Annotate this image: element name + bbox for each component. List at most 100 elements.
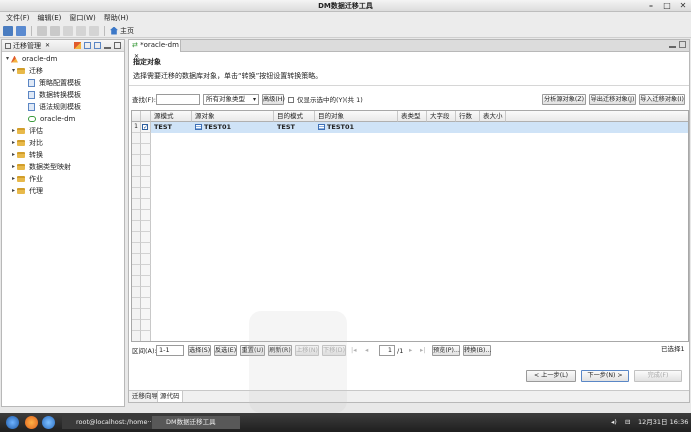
page-input[interactable]: 1 <box>379 345 395 356</box>
show-selected-checkbox[interactable] <box>288 97 294 103</box>
next-step-button[interactable]: 下一步(N) > <box>581 370 629 382</box>
undo-icon[interactable] <box>37 25 47 36</box>
tree-item[interactable]: ▸ 代理 <box>10 185 43 197</box>
row-checkbox[interactable] <box>141 133 151 144</box>
row-checkbox[interactable] <box>141 320 151 331</box>
row-checkbox[interactable] <box>141 287 151 298</box>
invert-select-button[interactable]: 反选(E) <box>214 345 237 356</box>
row-checkbox[interactable] <box>141 276 151 287</box>
row-checkbox[interactable] <box>141 210 151 221</box>
first-page-icon[interactable]: |◂ <box>351 345 356 356</box>
column-header[interactable]: 目的模式 <box>274 111 315 122</box>
save-all-icon[interactable] <box>16 25 26 36</box>
files-icon[interactable] <box>42 416 55 429</box>
tree-item[interactable]: 语法规则模板 <box>18 101 81 113</box>
chevron-right-icon[interactable]: ▸ <box>10 137 17 149</box>
chevron-down-icon[interactable]: ▾ <box>4 53 11 65</box>
browser-icon[interactable] <box>25 416 38 429</box>
row-checkbox[interactable] <box>141 221 151 232</box>
volume-icon[interactable]: ◂) <box>611 416 617 429</box>
menu-window[interactable]: 窗口(W) <box>65 12 99 24</box>
row-checkbox[interactable] <box>141 199 151 210</box>
tree-item[interactable]: ▾ oracle-dm <box>4 53 57 65</box>
home-button[interactable]: 主页 <box>110 26 134 36</box>
cell-source-object[interactable]: TEST01 <box>192 122 231 133</box>
column-header[interactable]: 源对象 <box>192 111 274 122</box>
export-migration-button[interactable]: 导出迁移对象(J) <box>589 94 636 105</box>
maximize-icon[interactable] <box>114 42 121 49</box>
column-header[interactable]: 表大小 <box>480 111 506 122</box>
start-menu-icon[interactable] <box>6 416 19 429</box>
cut-icon[interactable] <box>63 25 73 36</box>
chevron-right-icon[interactable]: ▸ <box>10 185 17 197</box>
row-checkbox[interactable] <box>141 188 151 199</box>
tree-item[interactable]: 数据转换模板 <box>18 89 81 101</box>
chevron-right-icon[interactable]: ▸ <box>10 173 17 185</box>
chevron-down-icon[interactable]: ▾ <box>10 65 17 77</box>
minimize-icon[interactable] <box>669 41 676 48</box>
tree-item[interactable]: oracle-dm <box>18 113 75 125</box>
select-button[interactable]: 选择(S) <box>188 345 211 356</box>
copy-icon[interactable] <box>76 25 86 36</box>
new-project-icon[interactable] <box>74 42 81 49</box>
panel-title[interactable]: 迁移管理 <box>13 41 41 51</box>
last-page-icon[interactable]: ▸| <box>420 345 425 356</box>
tree-item[interactable]: ▸ 作业 <box>10 173 43 185</box>
range-input[interactable]: 1-1 <box>156 345 184 356</box>
row-checkbox[interactable] <box>141 166 151 177</box>
row-checkbox[interactable] <box>141 243 151 254</box>
row-checkbox[interactable] <box>141 331 151 341</box>
export-icon[interactable] <box>94 42 101 49</box>
save-icon[interactable] <box>3 25 13 36</box>
taskbar-terminal[interactable]: root@localhost:/home··· <box>62 416 154 429</box>
paste-icon[interactable] <box>89 25 99 36</box>
tree-item[interactable]: ▾ 迁移 <box>10 65 43 77</box>
minimize-icon[interactable]: – <box>646 1 656 11</box>
tree-item[interactable]: ▸ 转换 <box>10 149 43 161</box>
cell-target-object[interactable]: TEST01 <box>315 122 354 133</box>
finish-button[interactable]: 完成(F) <box>634 370 682 382</box>
column-header[interactable]: 大字段 <box>427 111 456 122</box>
row-checkbox[interactable] <box>141 232 151 243</box>
chevron-right-icon[interactable]: ▸ <box>10 125 17 137</box>
row-checkbox[interactable] <box>141 177 151 188</box>
minimize-icon[interactable] <box>104 42 111 49</box>
tab-source-code[interactable]: 源代码 <box>157 391 183 402</box>
row-checkbox[interactable]: ✓ <box>141 122 151 133</box>
close-icon[interactable]: ✕ <box>45 42 50 49</box>
preview-button[interactable]: 预览(P)... <box>432 345 460 356</box>
close-icon[interactable]: ✕ <box>678 1 688 11</box>
object-type-select[interactable]: 所有对象类型 ▾ <box>203 94 259 105</box>
prev-page-icon[interactable]: ◂ <box>365 345 368 356</box>
cell-target-schema[interactable]: TEST <box>274 122 295 133</box>
chevron-right-icon[interactable]: ▸ <box>10 161 17 173</box>
row-checkbox[interactable] <box>141 155 151 166</box>
tree-item[interactable]: ▸ 数据类型映射 <box>10 161 71 173</box>
next-page-icon[interactable]: ▸ <box>409 345 412 356</box>
tab-oracle-dm[interactable]: ⇄ *oracle-dm ✕ <box>129 40 181 60</box>
column-header[interactable]: 源模式 <box>151 111 192 122</box>
tree-item[interactable]: ▸ 评估 <box>10 125 43 137</box>
menu-edit[interactable]: 编辑(E) <box>34 12 66 24</box>
tab-migration-wizard[interactable]: 迁移向导 <box>130 391 160 402</box>
row-checkbox[interactable] <box>141 144 151 155</box>
row-checkbox[interactable] <box>141 265 151 276</box>
table-row[interactable] <box>151 122 688 133</box>
column-header[interactable]: 行数 <box>456 111 480 122</box>
row-checkbox[interactable] <box>141 309 151 320</box>
column-header[interactable]: 目的对象 <box>315 111 398 122</box>
column-header[interactable]: 表类型 <box>398 111 427 122</box>
maximize-icon[interactable] <box>679 41 686 48</box>
import-migration-button[interactable]: 导入迁移对象(I) <box>639 94 685 105</box>
search-input[interactable] <box>156 94 200 105</box>
row-checkbox[interactable] <box>141 254 151 265</box>
row-checkbox[interactable] <box>141 298 151 309</box>
convert-button[interactable]: 转换(B)... <box>463 345 491 356</box>
advanced-button[interactable]: 高级(H) <box>262 94 285 105</box>
taskbar-dm-tool[interactable]: DM数据迁移工具 <box>152 416 240 429</box>
menu-help[interactable]: 帮助(H) <box>100 12 133 24</box>
cell-source-schema[interactable]: TEST <box>151 122 172 133</box>
network-icon[interactable]: ⊟ <box>625 416 630 429</box>
chevron-right-icon[interactable]: ▸ <box>10 149 17 161</box>
import-icon[interactable] <box>84 42 91 49</box>
